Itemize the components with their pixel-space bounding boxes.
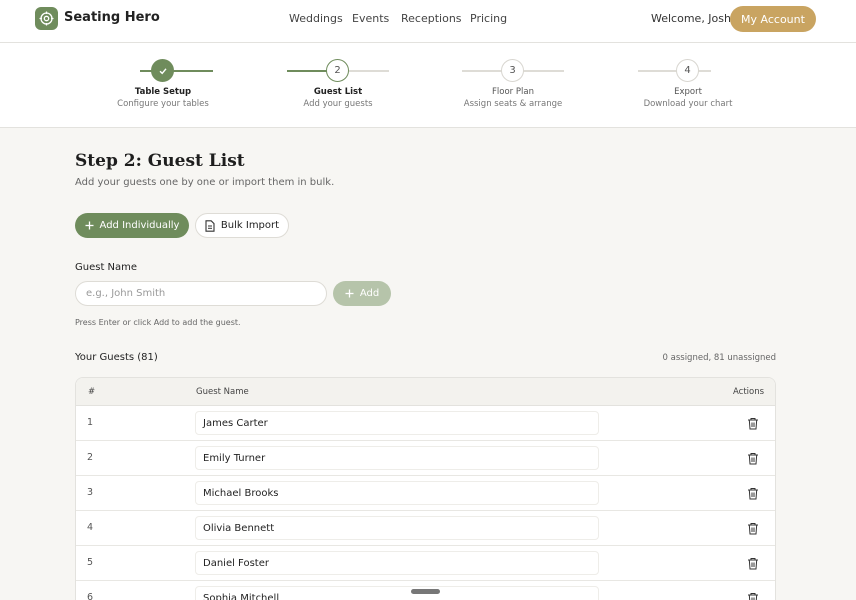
guest-name-field[interactable]: Michael Brooks [195,481,599,505]
row-number: 2 [87,452,94,463]
progress-stepper: Table Setup Configure your tables 2 Gues… [0,43,856,128]
table-row: 1 James Carter [76,406,775,441]
add-guest-button[interactable]: Add [333,281,391,306]
nav-link-pricing[interactable]: Pricing [470,12,507,25]
guest-name-field[interactable]: Daniel Foster [195,551,599,575]
step-4-subtitle: Download your chart [643,99,733,109]
step-4-indicator[interactable]: 4 [676,59,699,82]
guests-count-title: Your Guests (81) [75,352,158,363]
column-header-number: # [88,387,96,397]
step-1-title: Table Setup [134,87,192,97]
guest-name-field[interactable]: James Carter [195,411,599,435]
column-header-guest-name: Guest Name [196,387,249,397]
trash-icon[interactable] [747,557,759,570]
add-individually-label: Add Individually [99,220,180,231]
table-row: 4 Olivia Bennett [76,511,775,546]
step-4-title: Export [674,87,702,97]
scroll-handle[interactable] [411,589,440,594]
guest-name-input[interactable] [75,281,327,306]
nav-link-events[interactable]: Events [352,12,389,25]
input-hint: Press Enter or click Add to add the gues… [75,318,241,327]
page-title: Step 2: Guest List [75,151,245,171]
assignment-stats: 0 assigned, 81 unassigned [662,353,776,363]
guest-table: # Guest Name Actions 1 James Carter 2 Em… [75,377,776,600]
step-connector [638,70,711,72]
table-row: 5 Daniel Foster [76,546,775,581]
step-connector [349,70,389,72]
brand-name[interactable]: Seating Hero [64,10,160,25]
step-3-subtitle: Assign seats & arrange [463,99,563,109]
guest-name-field[interactable]: Sophia Mitchell [195,586,599,600]
step-2-subtitle: Add your guests [303,99,373,109]
row-number: 4 [87,522,94,533]
bulk-import-button[interactable]: Bulk Import [195,213,289,238]
row-number: 3 [87,487,94,498]
add-guest-label: Add [359,288,380,299]
step-3-title: Floor Plan [492,87,534,97]
trash-icon[interactable] [747,452,759,465]
row-number: 6 [87,592,94,600]
step-2-title: Guest List [313,87,363,97]
plus-icon [85,221,94,230]
table-row: 3 Michael Brooks [76,476,775,511]
trash-icon[interactable] [747,592,759,600]
step-3-indicator[interactable]: 3 [501,59,524,82]
my-account-button[interactable]: My Account [730,6,816,32]
step-connector [287,70,327,72]
document-icon [205,219,215,232]
bulk-import-label: Bulk Import [220,220,280,231]
step-2-indicator[interactable]: 2 [326,59,349,82]
table-header: # Guest Name Actions [76,378,775,406]
trash-icon[interactable] [747,417,759,430]
step-1-indicator[interactable] [151,59,174,82]
trash-icon[interactable] [747,487,759,500]
check-icon [159,67,167,74]
column-header-actions: Actions [733,387,765,397]
trash-icon[interactable] [747,522,759,535]
guest-name-field[interactable]: Olivia Bennett [195,516,599,540]
row-number: 5 [87,557,94,568]
row-number: 1 [87,417,94,428]
guest-name-label: Guest Name [75,262,138,273]
guest-name-field[interactable]: Emily Turner [195,446,599,470]
nav-link-weddings[interactable]: Weddings [289,12,343,25]
table-row: 2 Emily Turner [76,441,775,476]
page-subtitle: Add your guests one by one or import the… [75,177,335,188]
plus-icon [345,289,354,298]
nav-link-receptions[interactable]: Receptions [401,12,462,25]
top-header: Seating Hero Weddings Events Receptions … [0,0,856,43]
welcome-text: Welcome, Josh [651,12,731,25]
logo-icon[interactable] [35,7,58,30]
add-individually-button[interactable]: Add Individually [75,213,189,238]
step-1-subtitle: Configure your tables [117,99,209,109]
